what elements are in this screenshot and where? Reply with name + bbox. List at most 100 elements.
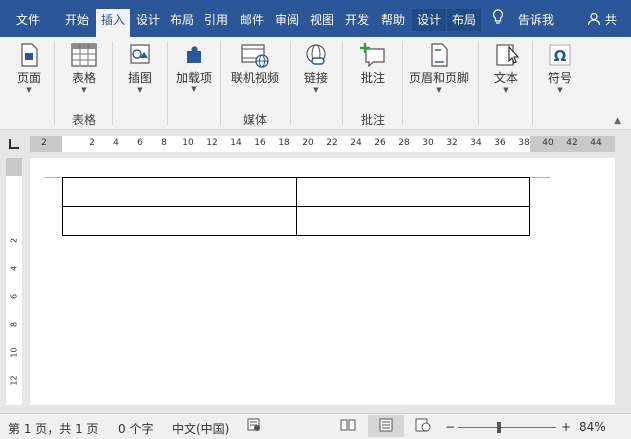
tell-me-search[interactable]: 告诉我 bbox=[518, 9, 554, 31]
tab-file[interactable]: 文件 bbox=[8, 9, 48, 31]
horizontal-ruler-row: 2 2 4 6 8 10 12 14 16 18 20 22 24 26 28 30 32 34 36 38 40 42 4… bbox=[0, 131, 631, 155]
table-button[interactable]: 表格 ▼ bbox=[62, 41, 106, 94]
chevron-down-icon: ▼ bbox=[26, 86, 32, 94]
zoom-level[interactable]: 84% bbox=[579, 420, 606, 434]
table-cell[interactable] bbox=[62, 206, 297, 236]
tab-insert[interactable]: 插入 bbox=[96, 9, 130, 37]
word-count[interactable]: 0 个字 bbox=[118, 420, 153, 437]
group-separator bbox=[290, 41, 291, 125]
tab-design[interactable]: 设计 bbox=[132, 9, 164, 31]
ruler-number: 4 bbox=[113, 138, 119, 148]
chevron-down-icon: ▼ bbox=[313, 86, 319, 94]
chevron-down-icon: ▼ bbox=[436, 86, 442, 94]
tab-references[interactable]: 引用 bbox=[200, 9, 232, 31]
svg-text:Ω: Ω bbox=[554, 47, 567, 65]
ruler-number: 16 bbox=[254, 138, 266, 148]
language-indicator[interactable]: 中文(中国) bbox=[172, 420, 229, 437]
tab-layout[interactable]: 布局 bbox=[166, 9, 198, 31]
symbols-label: 符号 bbox=[547, 71, 572, 85]
chevron-down-icon: ▼ bbox=[137, 86, 143, 94]
table-cell[interactable] bbox=[296, 177, 530, 207]
header-footer-icon bbox=[431, 43, 448, 67]
group-separator bbox=[532, 41, 533, 125]
page-count[interactable]: 第 1 页，共 1 页 bbox=[8, 420, 99, 437]
comment-label: 批注 bbox=[360, 71, 385, 85]
read-mode-icon[interactable] bbox=[340, 418, 356, 435]
collapse-ribbon-icon[interactable]: ▲ bbox=[614, 116, 621, 126]
links-label: 链接 bbox=[303, 71, 328, 85]
tab-home[interactable]: 开始 bbox=[60, 9, 94, 31]
vertical-ruler[interactable]: 2 4 6 8 10 12 bbox=[6, 158, 22, 405]
ruler-number: 44 bbox=[590, 138, 602, 148]
word-window: 文件 开始 插入 设计 布局 引用 邮件 审阅 视图 开发 帮助 设计 布局 告… bbox=[0, 0, 631, 439]
share-button[interactable]: 共 bbox=[587, 9, 617, 31]
vruler-number: 10 bbox=[9, 347, 19, 358]
group-separator bbox=[220, 41, 221, 125]
ruler-number: 6 bbox=[137, 138, 143, 148]
pages-label: 页面 bbox=[16, 71, 41, 85]
horizontal-ruler[interactable]: 2 2 4 6 8 10 12 14 16 18 20 22 24 26 28 30 32 34 36 38 40 42 4… bbox=[30, 136, 615, 152]
text-button[interactable]: 文本 ▼ bbox=[486, 41, 526, 94]
zoom-slider-thumb[interactable] bbox=[497, 422, 501, 433]
document-page[interactable] bbox=[30, 158, 615, 405]
table-label: 表格 bbox=[71, 71, 96, 85]
tab-review[interactable]: 审阅 bbox=[271, 9, 303, 31]
illustrations-button[interactable]: 插图 ▼ bbox=[118, 41, 162, 94]
tab-help[interactable]: 帮助 bbox=[377, 9, 409, 31]
lightbulb-icon[interactable] bbox=[492, 9, 504, 32]
ruler-number: 18 bbox=[278, 138, 290, 148]
tab-table-design[interactable]: 设计 bbox=[412, 9, 446, 31]
group-separator bbox=[342, 41, 343, 125]
group-label-table: 表格 bbox=[71, 113, 96, 127]
ruler-number: 14 bbox=[230, 138, 242, 148]
ribbon-insert: 页面 ▼ 表格 ▼ 表格 插图 ▼ 加载项 ▼ 联机视频 媒体 链接 ▼ 批注 … bbox=[0, 37, 631, 130]
links-button[interactable]: 链接 ▼ bbox=[296, 41, 336, 94]
person-icon bbox=[587, 12, 601, 26]
ruler-number: 12 bbox=[206, 138, 218, 148]
tab-mailings[interactable]: 邮件 bbox=[236, 9, 268, 31]
addins-icon bbox=[187, 46, 201, 63]
macro-record-icon[interactable] bbox=[247, 418, 261, 435]
tab-table-layout[interactable]: 布局 bbox=[447, 9, 481, 31]
group-separator bbox=[167, 41, 168, 125]
ruler-number: 36 bbox=[494, 138, 506, 148]
text-label: 文本 bbox=[493, 71, 518, 85]
web-layout-icon[interactable] bbox=[415, 418, 431, 435]
tab-developer[interactable]: 开发 bbox=[341, 9, 373, 31]
ruler-number: 10 bbox=[182, 138, 194, 148]
table-icon bbox=[71, 43, 97, 67]
table-cell[interactable] bbox=[296, 206, 530, 236]
tab-view[interactable]: 视图 bbox=[306, 9, 338, 31]
pages-button[interactable]: 页面 ▼ bbox=[6, 41, 52, 94]
symbols-button[interactable]: Ω 符号 ▼ bbox=[540, 41, 580, 94]
zoom-out-button[interactable]: − bbox=[445, 420, 455, 434]
document-table[interactable] bbox=[62, 177, 530, 236]
margin-corner-mark bbox=[530, 177, 550, 178]
ruler-number: 24 bbox=[350, 138, 362, 148]
ribbon-tab-bar: 文件 开始 插入 设计 布局 引用 邮件 审阅 视图 开发 帮助 设计 布局 告… bbox=[0, 0, 631, 37]
group-separator bbox=[112, 41, 113, 125]
zoom-slider[interactable] bbox=[458, 427, 556, 428]
print-layout-icon[interactable] bbox=[368, 415, 404, 437]
ruler-number: 8 bbox=[161, 138, 167, 148]
new-comment-button[interactable]: 批注 bbox=[350, 41, 396, 86]
chevron-down-icon: ▼ bbox=[557, 86, 563, 94]
text-box-icon bbox=[496, 44, 519, 66]
vertical-scrollbar[interactable] bbox=[617, 131, 631, 413]
table-cell[interactable] bbox=[62, 177, 297, 207]
online-video-button[interactable]: 联机视频 bbox=[226, 41, 284, 86]
group-label-media: 媒体 bbox=[242, 113, 267, 127]
header-footer-button[interactable]: 页眉和页脚 ▼ bbox=[408, 41, 470, 94]
margin-corner-mark bbox=[44, 177, 62, 178]
tab-selector-icon[interactable] bbox=[9, 139, 19, 149]
group-separator bbox=[402, 41, 403, 125]
ruler-number: 30 bbox=[422, 138, 434, 148]
chevron-down-icon: ▼ bbox=[81, 86, 87, 94]
online-video-label: 联机视频 bbox=[230, 71, 279, 85]
online-video-icon bbox=[241, 44, 269, 68]
ruler-number: 2 bbox=[89, 138, 95, 148]
zoom-in-button[interactable]: + bbox=[561, 420, 571, 434]
comment-icon bbox=[360, 43, 385, 68]
addins-button[interactable]: 加载项 ▼ bbox=[174, 41, 214, 93]
omega-icon: Ω bbox=[549, 44, 571, 66]
